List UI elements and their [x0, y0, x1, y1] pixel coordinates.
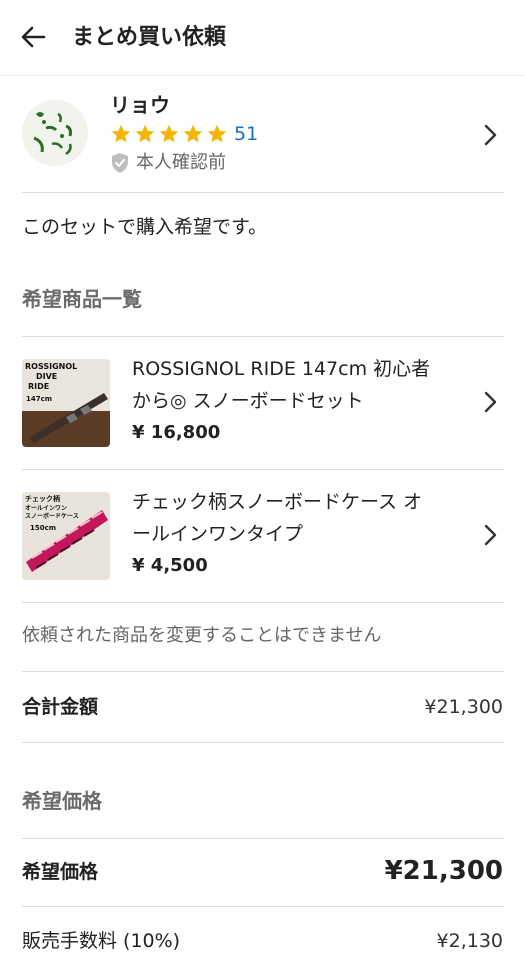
desired-price-value: ¥21,300	[384, 856, 503, 886]
product-name-line: から◎ スノーボードセット	[132, 390, 364, 412]
thumb-label: 150cm	[30, 524, 56, 532]
divider	[22, 671, 504, 672]
thumb-label: チェック柄	[25, 494, 60, 503]
thumb-label: DIVE	[36, 372, 57, 381]
desired-price-label: 希望価格	[22, 861, 99, 883]
product-name-line: チェック柄スノーボードケース オ	[132, 491, 423, 513]
product-name: チェック柄スノーボードケース オ ールインワンタイプ	[132, 486, 472, 550]
star-icon	[159, 124, 179, 143]
thumb-label: ROSSIGNOL	[25, 362, 77, 371]
star-icon	[207, 124, 227, 143]
divider	[22, 906, 504, 907]
total-value: ¥21,300	[424, 696, 503, 718]
chevron-right-icon[interactable]	[480, 120, 500, 150]
thumb-label: 147cm	[26, 395, 52, 403]
change-notice: 依頼された商品を変更することはできません	[22, 625, 382, 646]
rating-count[interactable]: 51	[234, 122, 258, 146]
seller-profile[interactable]: リョウ 51 本人確認前	[22, 88, 504, 193]
product-price: ¥ 16,800	[132, 422, 221, 443]
verification-status: 本人確認前	[110, 150, 226, 176]
product-name: ROSSIGNOL RIDE 147cm 初心者 から◎ スノーボードセット	[132, 353, 472, 417]
product-thumbnail: ROSSIGNOL DIVE RIDE 147cm	[22, 359, 110, 447]
thumb-label: スノーボードケース	[25, 512, 79, 520]
star-icon	[183, 124, 203, 143]
total-label: 合計金額	[22, 696, 99, 718]
divider	[22, 742, 504, 743]
page-title: まとめ買い依頼	[72, 25, 227, 50]
rating-stars: 51	[110, 122, 258, 146]
divider	[22, 602, 504, 603]
chevron-right-icon[interactable]	[480, 520, 500, 550]
fee-label: 販売手数料 (10%)	[22, 930, 181, 952]
star-icon	[111, 124, 131, 143]
verify-status-text: 本人確認前	[136, 152, 226, 173]
products-section-title: 希望商品一覧	[22, 287, 142, 311]
thumb-label: RIDE	[28, 382, 49, 391]
thumb-label: オールインワン	[25, 505, 67, 512]
app-header: まとめ買い依頼	[0, 0, 525, 76]
product-thumbnail: チェック柄 オールインワン スノーボードケース 150cm	[22, 492, 110, 580]
shield-check-icon	[112, 153, 128, 173]
divider	[22, 838, 504, 839]
chevron-right-icon[interactable]	[480, 387, 500, 417]
avatar	[22, 100, 88, 166]
product-name-line: ROSSIGNOL RIDE 147cm 初心者	[132, 358, 431, 380]
product-item[interactable]: チェック柄 オールインワン スノーボードケース 150cm チェック柄スノーボー…	[22, 470, 504, 602]
fee-value: ¥2,130	[436, 930, 503, 952]
seller-name: リョウ	[110, 93, 170, 117]
star-icon	[135, 124, 155, 143]
product-name-line: ールインワンタイプ	[132, 523, 304, 545]
product-item[interactable]: ROSSIGNOL DIVE RIDE 147cm ROSSIGNOL RIDE…	[22, 337, 504, 469]
request-message: このセットで購入希望です。	[22, 216, 268, 238]
product-price: ¥ 4,500	[132, 555, 208, 576]
arrow-left-icon[interactable]	[18, 22, 48, 52]
desired-section-title: 希望価格	[22, 789, 102, 813]
